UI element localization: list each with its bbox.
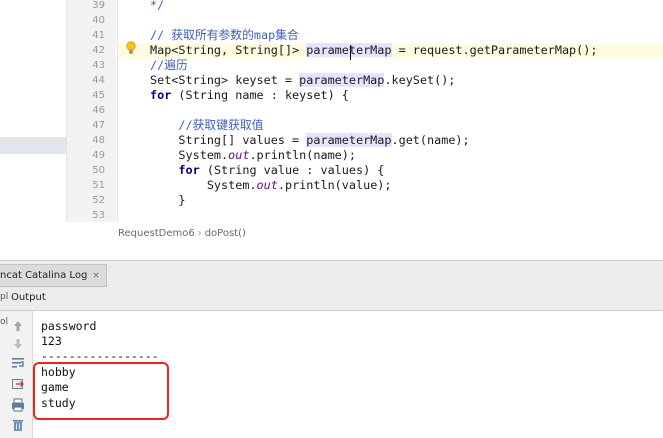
code-token: (String value : values) { (199, 163, 385, 177)
code-comment: */ (150, 0, 165, 12)
code-token: Map<String, String[]> (150, 43, 307, 57)
breadcrumb-separator: › (197, 228, 202, 239)
output-panel-header: pl Output (0, 288, 663, 311)
code-line[interactable]: String[] values = parameterMap.get(name)… (150, 133, 470, 148)
code-token: out (256, 178, 278, 192)
code-line[interactable]: Set<String> keyset = parameterMap.keySet… (150, 73, 455, 88)
code-comment: //遍历 (150, 58, 188, 72)
text-cursor (350, 45, 351, 60)
output-toolbar: ol (0, 311, 33, 438)
intention-bulb-icon[interactable] (125, 41, 137, 55)
code-line[interactable]: //遍历 (150, 58, 188, 73)
code-highlighted-identifier: parameterMap (306, 133, 392, 147)
line-number: 48 (92, 135, 105, 146)
output-header-side-label: pl (0, 292, 9, 302)
scroll-up-icon[interactable] (10, 318, 26, 334)
code-token: .get(name); (391, 133, 470, 147)
code-comment: //获取键获取值 (178, 118, 264, 132)
line-number: 45 (92, 90, 105, 101)
code-line[interactable]: for (String name : keyset) { (150, 88, 349, 103)
code-line[interactable]: System.out.println(name); (150, 148, 356, 163)
tab-catalina-log[interactable]: ncat Catalina Log × (0, 264, 107, 287)
code-line[interactable]: // 获取所有参数的map集合 (150, 28, 299, 43)
code-keyword: for (150, 88, 172, 102)
highlight-annotation-box (33, 362, 169, 420)
code-token: String[] values = (150, 133, 307, 147)
line-number: 41 (92, 30, 105, 41)
code-token: Set<String> keyset = (150, 73, 300, 87)
breadcrumb: RequestDemo6 › doPost() (118, 225, 246, 243)
tab-catalina-log-label: ncat Catalina Log (0, 270, 88, 281)
code-token: out (228, 148, 250, 162)
output-title: Output (11, 292, 46, 303)
code-token: } (150, 193, 186, 207)
code-highlighted-identifier: parameterMap (299, 73, 385, 87)
line-number: 44 (92, 75, 105, 86)
code-line[interactable]: Map<String, String[]> parameterMap = req… (150, 43, 597, 58)
tab-close-icon[interactable]: × (92, 271, 100, 281)
line-number: 50 (92, 165, 105, 176)
code-keyword: for (178, 163, 200, 177)
code-editor[interactable]: 39 40 41 42 43 44 45 46 47 48 49 50 51 52 53 */ // 获取所有… (0, 0, 663, 222)
line-number: 39 (92, 0, 105, 11)
project-tree-strip (0, 0, 66, 222)
code-token: = request.getParameterMap(); (391, 43, 598, 57)
line-number: 52 (92, 195, 105, 206)
line-number: 53 (92, 210, 105, 221)
code-token: .println(name); (249, 148, 356, 162)
line-number: 43 (92, 60, 105, 71)
code-token: System. (150, 178, 257, 192)
code-line[interactable]: System.out.println(value); (150, 178, 392, 193)
code-line[interactable]: //获取键获取值 (150, 118, 263, 133)
scroll-down-icon[interactable] (10, 336, 26, 352)
print-icon[interactable] (10, 397, 26, 413)
project-tree-selected-row[interactable] (0, 137, 66, 154)
line-number-gutter: 39 40 41 42 43 44 45 46 47 48 49 50 51 52 53 (66, 0, 116, 222)
line-number: 42 (92, 45, 105, 56)
code-token: System. (150, 148, 229, 162)
line-number: 46 (92, 105, 105, 116)
code-token: (String name : keyset) { (171, 88, 349, 102)
line-number: 49 (92, 150, 105, 161)
tool-window-tab-strip: ncat Catalina Log × (0, 260, 663, 289)
fold-guide (117, 0, 118, 222)
line-number: 40 (92, 15, 105, 26)
output-line: 123 (41, 334, 62, 348)
soft-wrap-icon[interactable] (10, 355, 26, 371)
trash-icon[interactable] (10, 417, 26, 433)
breadcrumb-class[interactable]: RequestDemo6 (118, 228, 195, 239)
code-line[interactable]: for (String value : values) { (150, 163, 384, 178)
code-comment: // 获取所有参数的map集合 (150, 28, 299, 42)
output-line: password (41, 319, 97, 333)
line-number: 51 (92, 180, 105, 191)
code-token: .keySet(); (384, 73, 456, 87)
code-line[interactable]: */ (150, 0, 164, 13)
export-icon[interactable] (10, 376, 26, 392)
code-line[interactable]: } (150, 193, 186, 208)
code-token: .println(value); (277, 178, 392, 192)
line-number: 47 (92, 120, 105, 131)
code-highlighted-identifier: parameterMap (306, 43, 392, 57)
breadcrumb-method[interactable]: doPost() (205, 228, 246, 239)
output-side-label: ol (0, 317, 9, 327)
